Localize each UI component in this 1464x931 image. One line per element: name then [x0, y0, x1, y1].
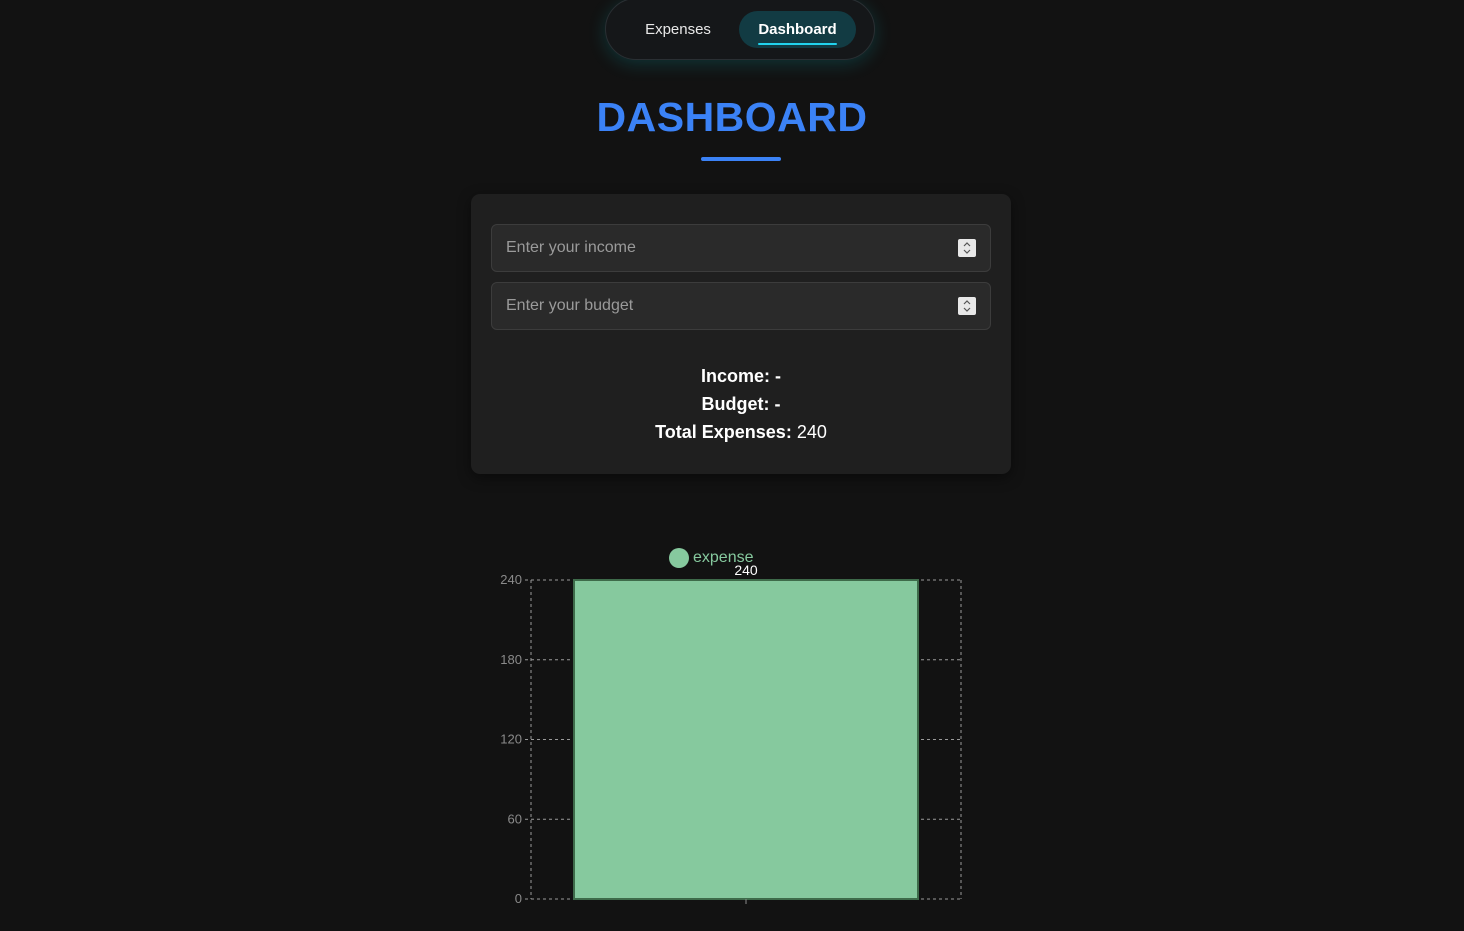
y-tick-label: 180 — [500, 652, 522, 667]
y-tick-label: 0 — [515, 891, 522, 906]
legend-label: expense — [693, 549, 754, 566]
legend-swatch — [669, 548, 689, 568]
y-tick-label: 120 — [500, 732, 522, 747]
bar — [573, 579, 919, 900]
page: Expenses Dashboard DASHBOARD Enter your … — [0, 0, 1464, 931]
expense-bar-chart: 060120180240240expense — [500, 548, 962, 906]
y-tick-label: 240 — [500, 572, 522, 587]
y-tick-label: 60 — [508, 811, 522, 826]
